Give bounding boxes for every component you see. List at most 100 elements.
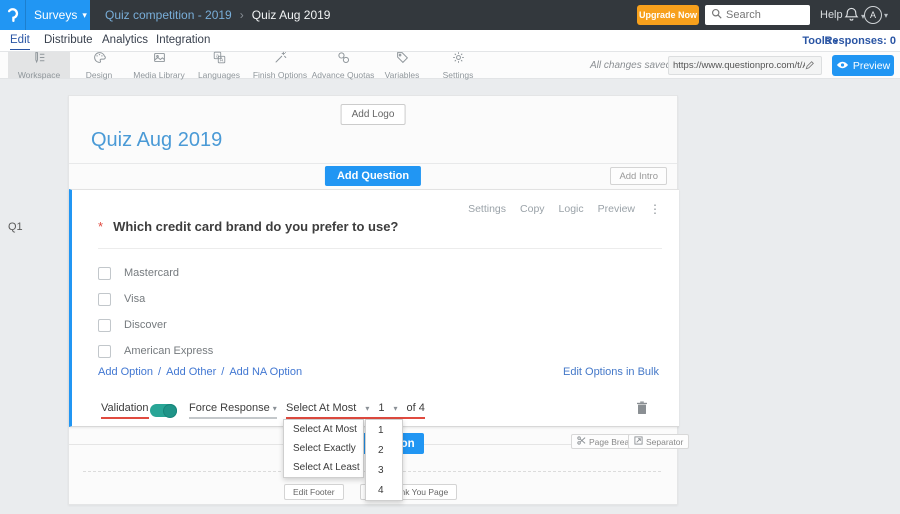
edit-footer-button[interactable]: Edit Footer: [284, 484, 344, 500]
add-other-link[interactable]: Add Other: [166, 366, 216, 378]
question-copy-link[interactable]: Copy: [520, 203, 545, 215]
add-na-option-link[interactable]: Add NA Option: [229, 366, 302, 378]
option-row-visa[interactable]: Visa: [98, 286, 213, 312]
validation-rule-group: Select At Most ▾ 1 ▾ of 4: [286, 402, 425, 419]
count-dropdown[interactable]: 1: [378, 402, 384, 414]
preview-button[interactable]: Preview: [832, 55, 894, 76]
search-icon: [711, 6, 722, 24]
toolbar-item-advance-quotas[interactable]: Advance Quotas: [312, 51, 374, 80]
option-row-discover[interactable]: Discover: [98, 312, 213, 338]
add-question-button-top[interactable]: Add Question: [324, 166, 422, 186]
question-text-underline: [98, 248, 662, 249]
tag-icon: [396, 51, 409, 69]
top-bar: Surveys ▾ Quiz competition - 2019 › Quiz…: [0, 0, 900, 30]
add-intro-button[interactable]: Add Intro: [610, 167, 667, 185]
toolbar-item-languages[interactable]: aA Languages: [190, 51, 248, 80]
question-block: Settings Copy Logic Preview ⋮ * Which cr…: [69, 189, 679, 427]
breadcrumb: Quiz competition - 2019 › Quiz Aug 2019: [105, 0, 330, 30]
rule-dropdown[interactable]: Select At Most: [286, 402, 356, 414]
validation-toggle[interactable]: [150, 403, 177, 418]
rule-option-select-at-least[interactable]: Select At Least: [284, 458, 363, 477]
survey-url-field[interactable]: [668, 56, 822, 75]
required-asterisk: *: [98, 219, 104, 234]
translate-icon: aA: [213, 51, 226, 69]
rule-option-select-at-most[interactable]: Select At Most: [284, 420, 363, 439]
checkbox-icon[interactable]: [98, 318, 111, 332]
chevron-down-icon: ▾: [365, 404, 370, 413]
toolbar-item-settings[interactable]: Settings: [430, 51, 486, 80]
checkbox-icon[interactable]: [98, 344, 111, 358]
tab-edit[interactable]: Edit: [10, 34, 30, 50]
option-row-american-express[interactable]: American Express: [98, 338, 213, 364]
chevron-down-icon: ▾: [393, 404, 398, 413]
editor-toolbar: Workspace Design Media Library aA Langua…: [0, 51, 900, 80]
chevron-down-icon: ▾: [884, 10, 889, 20]
edit-options-in-bulk-link[interactable]: Edit Options in Bulk: [563, 366, 659, 378]
responses-count[interactable]: Responses: 0: [824, 35, 896, 47]
app-window: Surveys ▾ Quiz competition - 2019 › Quiz…: [0, 0, 900, 514]
separator-icon: [634, 436, 643, 447]
svg-text:A: A: [219, 57, 223, 63]
breadcrumb-current: Quiz Aug 2019: [251, 8, 331, 22]
of-total-label: of 4: [406, 402, 425, 414]
question-logic-link[interactable]: Logic: [559, 203, 584, 215]
question-menu: Settings Copy Logic Preview ⋮: [468, 202, 661, 216]
survey-title[interactable]: Quiz Aug 2019: [91, 129, 222, 152]
avatar: A: [864, 6, 882, 24]
toolbar-item-design[interactable]: Design: [70, 51, 128, 80]
count-dropdown-menu: 1 2 3 4: [365, 419, 403, 501]
count-option-2[interactable]: 2: [366, 440, 402, 460]
survey-url-input[interactable]: [673, 60, 805, 71]
gear-icon: [452, 51, 465, 69]
count-option-1[interactable]: 1: [366, 420, 402, 440]
trash-icon: [637, 401, 647, 414]
search-input[interactable]: [726, 9, 804, 21]
add-logo-button[interactable]: Add Logo: [340, 104, 406, 125]
global-search[interactable]: [705, 5, 810, 25]
checkbox-icon[interactable]: [98, 292, 111, 306]
tab-analytics[interactable]: Analytics: [102, 34, 148, 46]
option-row-mastercard[interactable]: Mastercard: [98, 260, 213, 286]
scissors-icon: [577, 436, 586, 447]
question-text[interactable]: Which credit card brand do you prefer to…: [113, 219, 398, 234]
delete-question-button[interactable]: [636, 401, 648, 420]
svg-text:a: a: [216, 53, 219, 59]
count-option-3[interactable]: 3: [366, 460, 402, 480]
eye-icon: [836, 60, 849, 72]
chevron-down-icon: ▾: [272, 404, 277, 413]
question-preview-link[interactable]: Preview: [598, 203, 635, 215]
more-options-icon[interactable]: ⋮: [649, 202, 661, 216]
checkbox-icon[interactable]: [98, 266, 111, 280]
separator-button[interactable]: Separator: [628, 434, 690, 449]
answer-options-list: Mastercard Visa Discover American Expres…: [98, 260, 213, 364]
edit-url-pencil-icon[interactable]: [805, 57, 815, 75]
question-settings-link[interactable]: Settings: [468, 203, 506, 215]
force-response-dropdown[interactable]: Force Response ▾: [189, 402, 277, 419]
upgrade-now-button[interactable]: Upgrade Now: [637, 5, 699, 25]
surveys-menu-button[interactable]: Surveys ▾: [0, 0, 90, 30]
link-separator: /: [158, 366, 162, 378]
help-link[interactable]: Help: [820, 9, 843, 21]
rule-dropdown-menu: Select At Most Select Exactly Select At …: [283, 419, 364, 478]
toolbar-item-media-library[interactable]: Media Library: [128, 51, 190, 80]
toolbar-item-variables[interactable]: Variables: [374, 51, 430, 80]
tab-integration[interactable]: Integration: [156, 34, 210, 46]
breadcrumb-chevron-icon: ›: [239, 8, 244, 22]
add-option-link[interactable]: Add Option: [98, 366, 153, 378]
count-option-4[interactable]: 4: [366, 480, 402, 500]
questionpro-logo-icon: [0, 0, 26, 30]
notifications-button[interactable]: ▾: [844, 6, 865, 27]
account-menu-button[interactable]: A ▾: [864, 6, 888, 24]
question-number-label: Q1: [8, 221, 23, 233]
palette-icon: [93, 51, 106, 69]
question-title-row: * Which credit card brand do you prefer …: [98, 219, 398, 234]
rule-option-select-exactly[interactable]: Select Exactly: [284, 439, 363, 458]
validation-label: Validation: [101, 402, 149, 419]
breadcrumb-parent-link[interactable]: Quiz competition - 2019: [105, 8, 232, 22]
option-action-links: Add Option / Add Other / Add NA Option: [98, 366, 302, 378]
image-icon: [153, 51, 166, 69]
toolbar-item-finish-options[interactable]: Finish Options: [248, 51, 312, 80]
tab-distribute[interactable]: Distribute: [44, 34, 93, 46]
toolbar-item-workspace[interactable]: Workspace: [8, 51, 70, 80]
quota-gears-icon: [337, 51, 350, 69]
